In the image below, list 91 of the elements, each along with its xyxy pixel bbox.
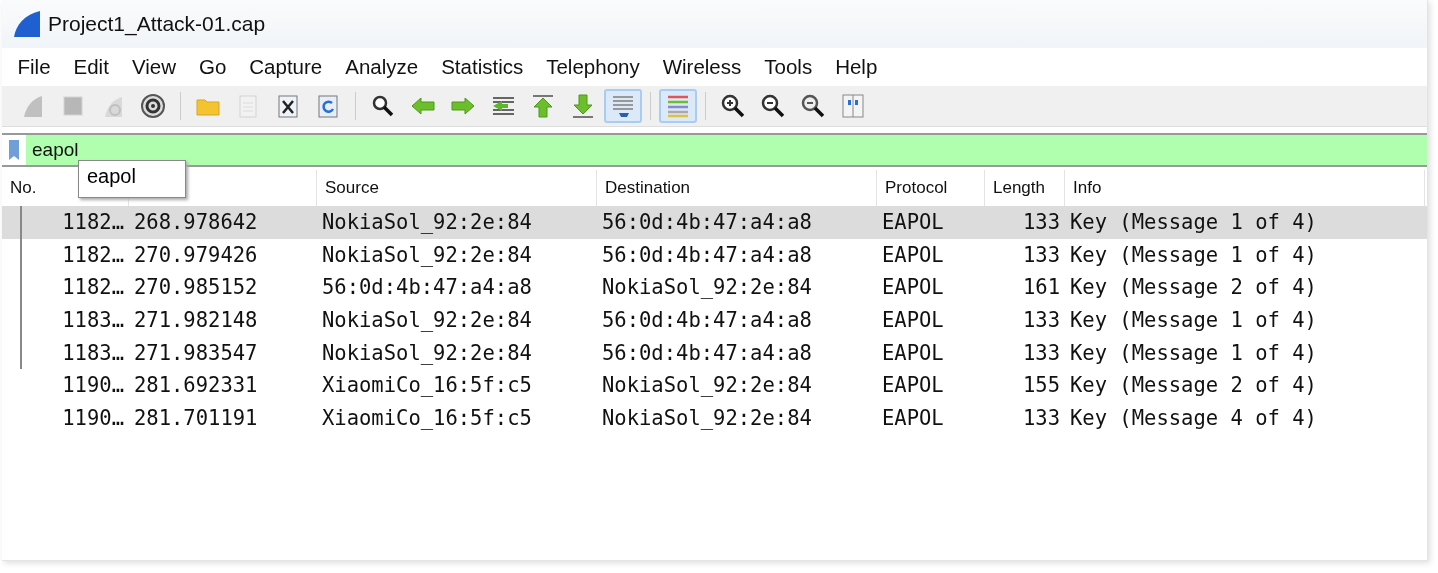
table-cell: NokiaSol_92:2e:84 (322, 340, 532, 365)
menu-item[interactable]: Help (823, 55, 889, 79)
menu-item[interactable]: Analyze (333, 55, 430, 79)
table-cell: 1183… (62, 340, 124, 365)
table-cell: EAPOL (882, 405, 944, 430)
column-header[interactable]: Source (325, 178, 379, 198)
menu-item[interactable]: Tools (752, 55, 824, 79)
table-cell: 133 (1022, 242, 1060, 267)
packet-row[interactable]: 1182… 270.985152 56:0d:4b:47:a4:a8 NokiaSol_92:2e:84 EAPOL 161 Key (Message 2 of 4) (2, 271, 1427, 304)
table-cell: Key (Message 4 of 4) (1070, 405, 1317, 430)
table-cell: 1182… (62, 275, 124, 300)
window-title: Project1_Attack-01.cap (48, 12, 266, 36)
colorize-icon[interactable] (665, 93, 691, 119)
table-cell: 1190… (62, 373, 124, 398)
table-cell: NokiaSol_92:2e:84 (322, 242, 532, 267)
zoom-normal-icon[interactable] (800, 93, 826, 119)
table-cell: Key (Message 1 of 4) (1070, 242, 1317, 267)
column-resize-icon[interactable] (840, 93, 866, 119)
packet-row[interactable]: 1183… 271.983547 NokiaSol_92:2e:84 56:0d:4b:47:a4:a8 EAPOL 133 Key (Message 1 of 4) (2, 336, 1427, 369)
menu-item[interactable]: Statistics (429, 55, 535, 79)
autoscroll-icon[interactable] (610, 93, 636, 119)
packet-row[interactable]: 1182… 268.978642 NokiaSol_92:2e:84 56:0d:4b:47:a4:a8 EAPOL 133 Key (Message 1 of 4) (2, 206, 1427, 239)
packet-row[interactable]: 1182… 270.979426 NokiaSol_92:2e:84 56:0d:4b:47:a4:a8 EAPOL 133 Key (Message 1 of 4) (2, 238, 1427, 272)
table-cell: 281.692331 (134, 373, 258, 398)
gear-icon[interactable] (140, 93, 166, 119)
search-icon[interactable] (370, 93, 396, 119)
table-cell: NokiaSol_92:2e:84 (322, 308, 532, 333)
zoom-in-icon[interactable] (720, 93, 746, 119)
table-cell: 1190… (62, 405, 124, 430)
table-cell: EAPOL (882, 340, 944, 365)
table-cell: 56:0d:4b:47:a4:a8 (322, 275, 532, 300)
column-header[interactable]: No. (10, 178, 37, 198)
table-cell: NokiaSol_92:2e:84 (602, 373, 812, 398)
table-cell: 270.979426 (134, 242, 258, 267)
table-cell: Key (Message 1 of 4) (1070, 340, 1317, 365)
menu-item[interactable]: Capture (237, 55, 334, 79)
menu-item[interactable]: View (120, 55, 188, 79)
column-header[interactable]: Length (993, 178, 1045, 198)
document-reload-icon[interactable] (315, 93, 341, 119)
table-cell: 270.985152 (134, 275, 258, 300)
table-cell: 56:0d:4b:47:a4:a8 (602, 340, 812, 365)
table-cell: NokiaSol_92:2e:84 (602, 275, 812, 300)
display-filter-field[interactable]: eapol (26, 135, 1427, 165)
table-cell: 271.982148 (134, 308, 258, 333)
table-cell: 161 (1022, 275, 1060, 300)
table-cell: 1183… (62, 308, 124, 333)
table-cell: 133 (1022, 405, 1060, 430)
table-cell: EAPOL (882, 242, 944, 267)
packet-row[interactable]: 1190… 281.701191 XiaomiCo_16:5f:c5 NokiaSol_92:2e:84 EAPOL 133 Key (Message 4 of 4) (2, 401, 1427, 435)
table-cell: 133 (1022, 210, 1060, 235)
column-header[interactable]: Info (1073, 178, 1102, 198)
table-cell: XiaomiCo_16:5f:c5 (322, 405, 532, 430)
table-cell: 271.983547 (134, 340, 258, 365)
table-cell: 155 (1022, 373, 1060, 398)
table-cell: 133 (1022, 340, 1060, 365)
app-logo-icon (12, 10, 42, 38)
table-cell: XiaomiCo_16:5f:c5 (322, 373, 532, 398)
column-header[interactable]: Destination (605, 178, 691, 198)
table-cell: Key (Message 2 of 4) (1070, 373, 1317, 398)
toggle-button[interactable] (659, 89, 697, 123)
packet-row[interactable]: 1183… 271.982148 NokiaSol_92:2e:84 56:0d:4b:47:a4:a8 EAPOL 133 Key (Message 1 of 4) (2, 303, 1427, 337)
menu-item[interactable]: Wireless (651, 55, 753, 79)
table-cell: NokiaSol_92:2e:84 (322, 210, 532, 235)
toggle-button[interactable] (604, 89, 642, 123)
table-cell: EAPOL (882, 373, 944, 398)
table-cell: Key (Message 1 of 4) (1070, 308, 1317, 333)
menu-item[interactable]: Go (187, 55, 238, 79)
table-cell: EAPOL (882, 210, 944, 235)
menu-item[interactable]: Telephony (534, 55, 652, 79)
table-cell: EAPOL (882, 275, 944, 300)
table-cell: 268.978642 (134, 210, 258, 235)
table-cell: Key (Message 2 of 4) (1070, 275, 1317, 300)
table-cell: 56:0d:4b:47:a4:a8 (602, 308, 812, 333)
bookmark-icon[interactable] (8, 139, 20, 161)
table-cell: NokiaSol_92:2e:84 (602, 405, 812, 430)
menu-item[interactable]: File (6, 55, 63, 79)
table-cell: 56:0d:4b:47:a4:a8 (602, 242, 812, 267)
packet-row[interactable]: 1190… 281.692331 XiaomiCo_16:5f:c5 NokiaSol_92:2e:84 EAPOL 155 Key (Message 2 of 4) (2, 368, 1427, 402)
document-x-icon[interactable] (275, 93, 301, 119)
table-cell: 1182… (62, 210, 124, 235)
column-header[interactable]: Protocol (885, 178, 948, 198)
menu-item[interactable]: Edit (62, 55, 121, 79)
up-arrow-icon[interactable] (530, 93, 556, 119)
zoom-out-icon[interactable] (760, 93, 786, 119)
table-cell: 133 (1022, 308, 1060, 333)
table-cell: 281.701191 (134, 405, 258, 430)
down-arrow-icon[interactable] (570, 93, 596, 119)
table-cell: 1182… (62, 242, 124, 267)
table-cell: EAPOL (882, 308, 944, 333)
table-cell: Key (Message 1 of 4) (1070, 210, 1317, 235)
table-cell: 56:0d:4b:47:a4:a8 (602, 210, 812, 235)
